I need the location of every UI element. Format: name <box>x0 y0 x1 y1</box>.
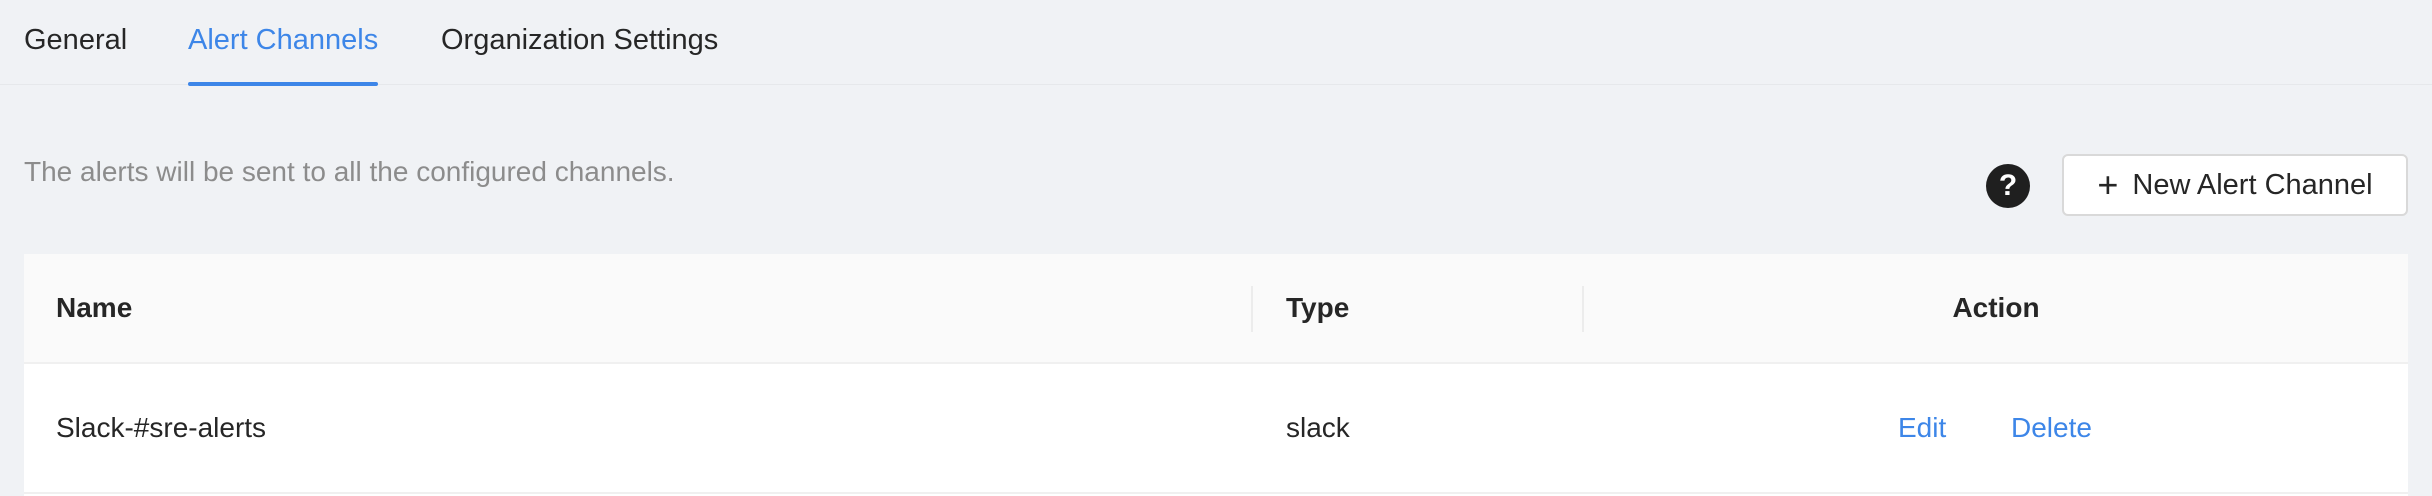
channel-type-cell: slack <box>1286 412 1350 443</box>
question-circle-icon[interactable]: ? <box>1986 164 2030 208</box>
table-header: Name Type Action <box>24 254 2408 364</box>
column-divider <box>1251 286 1253 332</box>
tab-general[interactable]: General <box>24 20 127 84</box>
alert-channels-table: Name Type Action Slack-#sre-alerts slack… <box>24 254 2408 496</box>
channel-name-cell: Slack-#sre-alerts <box>56 412 267 443</box>
tab-alert-channels[interactable]: Alert Channels <box>188 20 379 86</box>
new-alert-channel-label: New Alert Channel <box>2132 168 2373 201</box>
tab-organization-settings[interactable]: Organization Settings <box>441 20 718 84</box>
delete-channel-link[interactable]: Delete <box>2011 364 2092 492</box>
column-header-name: Name <box>56 292 133 323</box>
alert-channels-description: The alerts will be sent to all the confi… <box>24 156 675 187</box>
settings-tab-bar: General Alert Channels Organization Sett… <box>0 0 2432 86</box>
new-alert-channel-button[interactable]: + New Alert Channel <box>2062 154 2408 216</box>
column-header-action: Action <box>1952 292 2040 323</box>
edit-channel-link[interactable]: Edit <box>1898 364 1946 492</box>
plus-icon: + <box>2097 164 2119 205</box>
table-row: Slack-#sre-alerts slack Edit Delete <box>24 364 2408 494</box>
column-header-type: Type <box>1286 292 1350 323</box>
